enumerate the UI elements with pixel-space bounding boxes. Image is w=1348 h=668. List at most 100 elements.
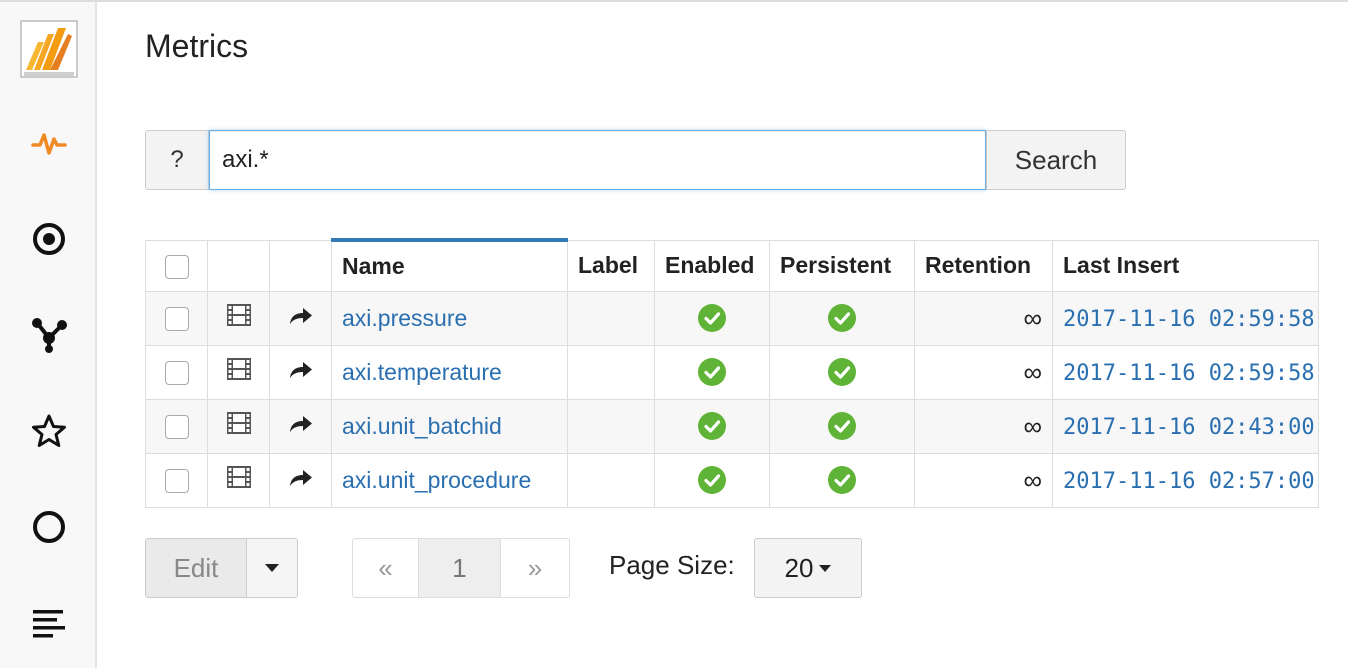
pagination-next[interactable]: » — [501, 538, 570, 598]
row-retention-cell: ∞ — [914, 344, 1053, 400]
help-button[interactable]: ? — [145, 130, 209, 190]
retention-value: ∞ — [1023, 464, 1042, 495]
table-row: axi.pressure ∞ 2017-11-16 02:59:58 — [145, 290, 1319, 346]
select-all-checkbox[interactable] — [164, 254, 189, 279]
film-icon[interactable] — [226, 412, 252, 440]
row-share-cell — [269, 290, 332, 346]
row-enabled-cell — [654, 290, 770, 346]
row-checkbox[interactable] — [164, 307, 189, 332]
edit-button[interactable]: Edit — [145, 538, 247, 598]
caret-down-icon — [265, 564, 279, 572]
sidebar-item-logs[interactable] — [0, 588, 97, 658]
column-header-label[interactable]: Label — [567, 239, 655, 292]
edit-button-group: Edit — [145, 538, 298, 598]
share-icon[interactable] — [288, 467, 314, 493]
row-label-cell — [567, 398, 655, 454]
search-bar: ? Search — [145, 130, 1126, 190]
pagination: « 1 » — [352, 538, 570, 598]
table-row: axi.temperature ∞ 2017-11-16 02:59:58 — [145, 344, 1319, 400]
share-icon[interactable] — [288, 305, 314, 331]
row-retention-cell: ∞ — [914, 398, 1053, 454]
last-insert-link[interactable]: 2017-11-16 02:57:00 — [1063, 469, 1315, 494]
check-circle-icon — [698, 304, 726, 333]
row-select-cell — [145, 344, 208, 400]
sidebar — [0, 2, 97, 668]
sidebar-item-target[interactable] — [0, 204, 97, 274]
column-header-persistent[interactable]: Persistent — [769, 239, 915, 292]
row-view-cell — [207, 398, 270, 454]
check-circle-icon — [828, 412, 856, 441]
film-icon[interactable] — [226, 358, 252, 386]
column-header-last-insert[interactable]: Last Insert — [1052, 239, 1319, 292]
row-select-cell — [145, 290, 208, 346]
sidebar-item-circle[interactable] — [0, 492, 97, 562]
row-label-cell — [567, 344, 655, 400]
share-icon[interactable] — [288, 359, 314, 385]
caret-down-icon — [819, 564, 832, 572]
sidebar-item-favorites[interactable] — [0, 396, 97, 466]
row-share-cell — [269, 452, 332, 508]
row-last-insert-cell: 2017-11-16 02:59:58 — [1052, 290, 1319, 346]
table-row: axi.unit_batchid ∞ 2017-11-16 02:43:00 — [145, 398, 1319, 454]
row-checkbox[interactable] — [164, 415, 189, 440]
header-blank — [207, 239, 270, 292]
column-header-enabled[interactable]: Enabled — [654, 239, 770, 292]
row-checkbox[interactable] — [164, 469, 189, 494]
table-header-row: Name Label Enabled Persistent Retention … — [145, 238, 1319, 292]
check-circle-icon — [698, 358, 726, 387]
row-name-cell: axi.temperature — [331, 344, 568, 400]
row-persistent-cell — [769, 290, 915, 346]
row-persistent-cell — [769, 398, 915, 454]
row-persistent-cell — [769, 452, 915, 508]
retention-value: ∞ — [1023, 302, 1042, 333]
sidebar-item-metrics[interactable] — [0, 108, 97, 178]
app-logo[interactable] — [0, 14, 97, 84]
star-icon — [31, 414, 66, 447]
share-icon[interactable] — [288, 413, 314, 439]
row-last-insert-cell: 2017-11-16 02:57:00 — [1052, 452, 1319, 508]
check-circle-icon — [698, 466, 726, 495]
column-header-retention[interactable]: Retention — [914, 239, 1053, 292]
film-icon[interactable] — [226, 304, 252, 332]
metric-name-link[interactable]: axi.unit_procedure — [342, 467, 531, 493]
activity-icon — [30, 133, 67, 155]
sidebar-item-network[interactable] — [0, 300, 97, 370]
page-size-dropdown[interactable]: 20 — [754, 538, 862, 598]
row-share-cell — [269, 398, 332, 454]
last-insert-link[interactable]: 2017-11-16 02:59:58 — [1063, 307, 1315, 332]
row-enabled-cell — [654, 344, 770, 400]
logo-icon — [19, 20, 78, 78]
metric-name-link[interactable]: axi.pressure — [342, 305, 467, 331]
search-input[interactable] — [209, 130, 986, 190]
row-view-cell — [207, 344, 270, 400]
network-icon — [31, 318, 67, 353]
table-row: axi.unit_procedure ∞ 2017-11-16 02:57:00 — [145, 452, 1319, 508]
row-select-cell — [145, 398, 208, 454]
metric-name-link[interactable]: axi.unit_batchid — [342, 413, 502, 439]
top-border — [0, 0, 1348, 2]
row-persistent-cell — [769, 344, 915, 400]
metric-name-link[interactable]: axi.temperature — [342, 359, 502, 385]
pagination-page[interactable]: 1 — [419, 538, 501, 598]
film-icon[interactable] — [226, 466, 252, 494]
row-enabled-cell — [654, 398, 770, 454]
pagination-prev[interactable]: « — [352, 538, 419, 598]
page-size-label: Page Size: — [609, 550, 735, 580]
row-name-cell: axi.pressure — [331, 290, 568, 346]
circle-icon — [32, 511, 65, 543]
page-size-value: 20 — [784, 552, 814, 583]
search-button[interactable]: Search — [986, 130, 1126, 190]
last-insert-link[interactable]: 2017-11-16 02:43:00 — [1063, 415, 1315, 440]
edit-dropdown-toggle[interactable] — [247, 538, 298, 598]
row-label-cell — [567, 290, 655, 346]
last-insert-link[interactable]: 2017-11-16 02:59:58 — [1063, 361, 1315, 386]
row-last-insert-cell: 2017-11-16 02:59:58 — [1052, 344, 1319, 400]
row-checkbox[interactable] — [164, 361, 189, 386]
select-all-cell — [145, 239, 208, 292]
check-circle-icon — [828, 358, 856, 387]
header-blank — [269, 239, 332, 292]
row-retention-cell: ∞ — [914, 452, 1053, 508]
check-circle-icon — [698, 412, 726, 441]
row-name-cell: axi.unit_procedure — [331, 452, 568, 508]
column-header-name[interactable]: Name — [331, 238, 568, 292]
